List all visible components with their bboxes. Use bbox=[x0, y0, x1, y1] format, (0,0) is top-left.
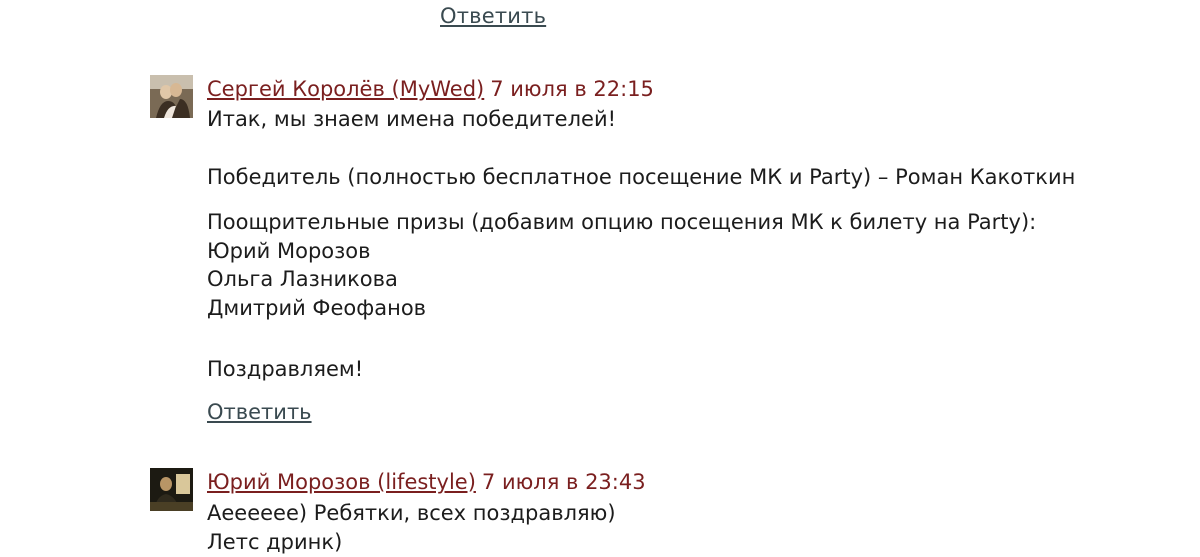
comment-line: Аееееее) Ребятки, всех поздравляю) bbox=[207, 501, 616, 525]
avatar-sergey[interactable] bbox=[150, 75, 193, 118]
reply-link[interactable]: Ответить bbox=[207, 398, 312, 426]
comment-header: Сергей Королёв (MyWed) 7 июля в 22:15 bbox=[207, 75, 654, 103]
comment-line: Ольга Лазникова bbox=[207, 267, 398, 291]
avatar-yuri[interactable] bbox=[150, 468, 193, 511]
comment-line: Победитель (полностью бесплатное посещен… bbox=[207, 165, 1076, 189]
author-link[interactable]: Сергей Королёв (MyWed) bbox=[207, 77, 484, 101]
comment-line: Летс дринк) bbox=[207, 530, 343, 554]
comment-line: Поздравляем! bbox=[207, 357, 364, 381]
author-link[interactable]: Юрий Морозов (lifestyle) bbox=[207, 470, 476, 494]
avatar-photo-icon bbox=[150, 75, 193, 118]
comment-time: 7 июля в 23:43 bbox=[481, 470, 646, 494]
avatar-photo-icon bbox=[150, 468, 193, 511]
comment-line: Юрий Морозов bbox=[207, 239, 371, 263]
comment-time: 7 июля в 22:15 bbox=[490, 77, 654, 101]
comment-header: Юрий Морозов (lifestyle) 7 июля в 23:43 bbox=[207, 468, 646, 496]
reply-link-top[interactable]: Ответить bbox=[440, 2, 546, 30]
comment-line: Поощрительные призы (добавим опцию посещ… bbox=[207, 210, 1037, 234]
comment-line: Итак, мы знаем имена победителей! bbox=[207, 107, 617, 131]
comment-line: Дмитрий Феофанов bbox=[207, 296, 427, 320]
